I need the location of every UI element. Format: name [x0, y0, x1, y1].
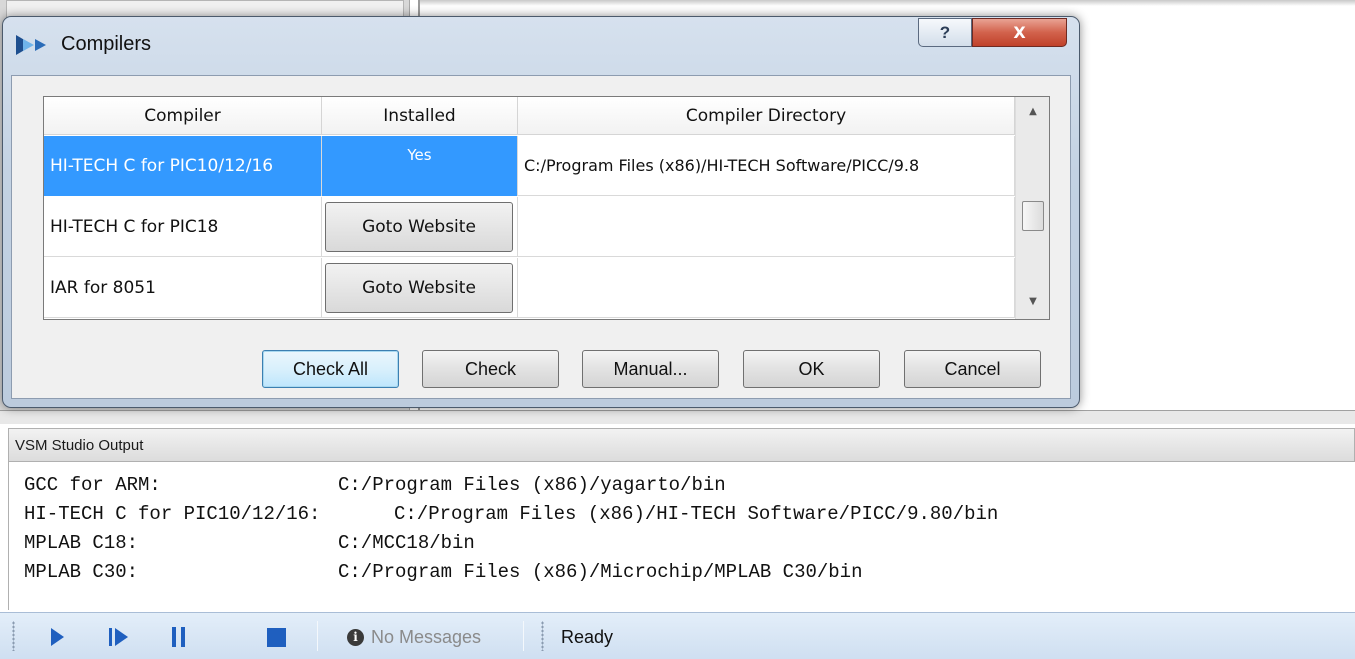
output-line-label: MPLAB C18:	[24, 532, 139, 554]
close-button[interactable]: X	[972, 18, 1067, 47]
status-text: Ready	[561, 627, 614, 647]
scroll-down-icon[interactable]: ▼	[1016, 289, 1050, 315]
help-button[interactable]: ?	[918, 18, 972, 47]
debug-toolbar: i No Messages Ready	[0, 612, 1355, 659]
output-header: VSM Studio Output	[8, 428, 1355, 462]
output-line-label: HI-TECH C for PIC10/12/16:	[24, 503, 321, 525]
scroll-up-icon[interactable]: ▲	[1016, 99, 1050, 125]
cancel-button[interactable]: Cancel	[904, 350, 1041, 388]
check-all-button[interactable]: Check All	[262, 350, 399, 388]
output-line: HI-TECH C for PIC10/12/16: C:/Program Fil…	[24, 503, 998, 525]
goto-website-button[interactable]: Goto Website	[325, 202, 513, 252]
goto-website-button[interactable]: Goto Website	[325, 263, 513, 313]
output-line-path: C:/MCC18/bin	[338, 532, 475, 554]
app-window: VSM Studio Output GCC for ARM: C:/Program…	[0, 0, 1355, 659]
output-line: GCC for ARM: C:/Program Files (x86)/yagar…	[24, 474, 726, 496]
manual-button[interactable]: Manual...	[582, 350, 719, 388]
stop-icon[interactable]	[263, 624, 289, 650]
messages-status[interactable]: No Messages	[371, 627, 481, 648]
compiler-name[interactable]: HI-TECH C for PIC18	[44, 197, 322, 257]
toolbar-grip[interactable]	[541, 621, 544, 651]
compiler-table: Compiler Installed Compiler Directory HI…	[43, 96, 1050, 320]
output-line-path: C:/Program Files (x86)/yagarto/bin	[338, 474, 726, 496]
output-line: MPLAB C30: C:/Program Files (x86)/Microch…	[24, 561, 863, 583]
toolbar-grip[interactable]	[12, 621, 15, 651]
installed-status[interactable]: Yes	[322, 136, 518, 196]
step-icon[interactable]	[105, 624, 131, 650]
toolbar-separator	[317, 621, 318, 651]
compiler-name[interactable]: IAR for 8051	[44, 258, 322, 318]
output-pane: VSM Studio Output GCC for ARM: C:/Program…	[0, 424, 1355, 612]
output-line-path: C:/Program Files (x86)/Microchip/MPLAB C…	[338, 561, 863, 583]
compiler-directory[interactable]	[518, 197, 1015, 257]
compilers-dialog: Compilers ? X Compiler Installed Compile…	[2, 16, 1080, 408]
output-line-label: MPLAB C30:	[24, 561, 139, 583]
compiler-directory[interactable]: C:/Program Files (x86)/HI-TECH Software/…	[518, 136, 1015, 196]
ok-button[interactable]: OK	[743, 350, 880, 388]
output-line-label: GCC for ARM:	[24, 474, 161, 496]
installed-cell: Goto Website	[322, 197, 518, 257]
column-header-compiler[interactable]: Compiler	[44, 97, 322, 135]
pause-icon[interactable]	[166, 624, 192, 650]
compiler-directory[interactable]	[518, 258, 1015, 318]
app-logo-icon	[13, 30, 51, 60]
toolbar-separator	[523, 621, 524, 651]
output-title: VSM Studio Output	[15, 437, 144, 454]
output-log[interactable]: GCC for ARM: C:/Program Files (x86)/yagar…	[8, 462, 1355, 610]
output-line: MPLAB C18: C:/MCC18/bin	[24, 532, 475, 554]
editor-top-edge	[420, 0, 1355, 6]
table-row[interactable]: IAR for 8051 Goto Website	[44, 258, 1015, 318]
dialog-title: Compilers	[61, 33, 152, 55]
info-icon: i	[347, 629, 364, 646]
output-line-path: C:/Program Files (x86)/HI-TECH Software/…	[394, 503, 999, 525]
play-icon[interactable]	[44, 624, 70, 650]
table-row[interactable]: HI-TECH C for PIC10/12/16 Yes C:/Program…	[44, 136, 1015, 196]
vertical-scrollbar[interactable]: ▲ ▼	[1015, 97, 1049, 319]
installed-cell: Goto Website	[322, 258, 518, 318]
horizontal-splitter[interactable]	[0, 410, 1355, 424]
column-header-directory[interactable]: Compiler Directory	[518, 97, 1015, 135]
table-row[interactable]: HI-TECH C for PIC18 Goto Website	[44, 197, 1015, 257]
scrollbar-thumb[interactable]	[1022, 201, 1044, 231]
check-button[interactable]: Check	[422, 350, 559, 388]
compiler-name[interactable]: HI-TECH C for PIC10/12/16	[44, 136, 322, 196]
dialog-body: Compiler Installed Compiler Directory HI…	[11, 75, 1071, 399]
column-header-installed[interactable]: Installed	[322, 97, 518, 135]
